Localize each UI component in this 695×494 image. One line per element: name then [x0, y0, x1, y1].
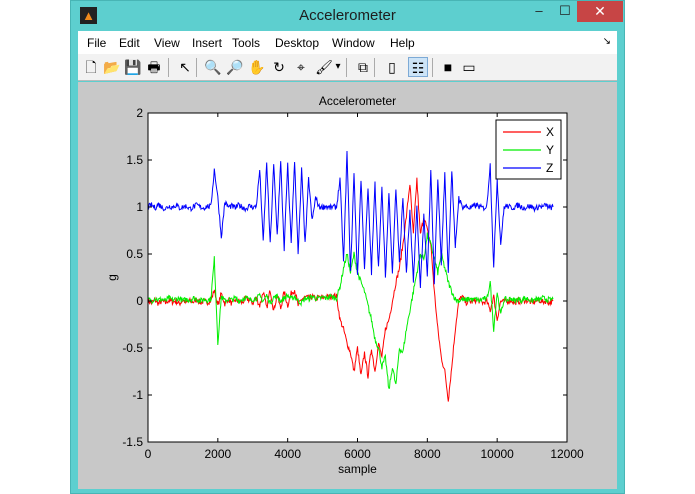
menu-tools[interactable]: Tools [232, 36, 260, 50]
save-icon[interactable]: 💾 [123, 57, 143, 77]
x-tick-label: 4000 [274, 447, 301, 461]
toolbar-separator [374, 58, 375, 77]
accelerometer-plot[interactable]: 0 2000 4000 6000 8000 10000 12000 -1.5 -1 -0.5 0 0.… [78, 82, 617, 489]
new-figure-icon[interactable]: 🗋 [81, 57, 101, 77]
figure-window: ▲ Accelerometer – ☐ ✕ File Edit View Ins… [70, 0, 625, 494]
menu-view[interactable]: View [154, 36, 180, 50]
menu-window[interactable]: Window [332, 36, 375, 50]
x-tick-label: 8000 [414, 447, 441, 461]
rotate-3d-icon[interactable]: ↻ [269, 57, 289, 77]
menu-help[interactable]: Help [390, 36, 415, 50]
chart-title: Accelerometer [319, 94, 396, 108]
colorbar-icon[interactable]: ▯ [382, 57, 402, 77]
menu-desktop[interactable]: Desktop [275, 36, 319, 50]
x-tick-label: 0 [145, 447, 152, 461]
close-button[interactable]: ✕ [577, 1, 623, 22]
y-tick-label: 2 [136, 106, 143, 120]
x-tick-label: 12000 [550, 447, 584, 461]
y-tick-label: -0.5 [122, 341, 143, 355]
y-axis-label: g [105, 274, 119, 281]
menu-file[interactable]: File [87, 36, 106, 50]
minimize-button[interactable]: – [525, 1, 553, 22]
toolbar-separator [168, 58, 169, 77]
toolbar-separator [346, 58, 347, 77]
toolbar-separator [432, 58, 433, 77]
title-bar[interactable]: ▲ Accelerometer – ☐ ✕ [71, 1, 624, 31]
toolbar: 🗋 📂 💾 🖶 ↖ 🔍 🔎 ✋ ↻ ⌖ 🖌 ▾ ⧉ ▯ ☷ ■ ▭ [78, 54, 617, 81]
menu-edit[interactable]: Edit [119, 36, 140, 50]
pointer-icon[interactable]: ↖ [175, 57, 195, 77]
zoom-in-icon[interactable]: 🔍 [203, 57, 223, 77]
maximize-button[interactable]: ☐ [551, 1, 579, 22]
y-tick-label: -1 [132, 388, 143, 402]
link-plot-icon[interactable]: ⧉ [353, 57, 373, 77]
dock-arrow-icon[interactable]: ↘ [603, 36, 611, 47]
y-tick-label: 1.5 [126, 153, 143, 167]
x-tick-label: 6000 [344, 447, 371, 461]
menu-insert[interactable]: Insert [192, 36, 222, 50]
print-icon[interactable]: 🖶 [144, 57, 164, 77]
x-axis-label: sample [338, 462, 377, 476]
data-cursor-icon[interactable]: ⌖ [291, 57, 311, 77]
legend-icon[interactable]: ☷ [408, 57, 428, 77]
legend-label-y: Y [546, 143, 554, 157]
x-tick-label: 10000 [480, 447, 514, 461]
x-tick-label: 2000 [204, 447, 231, 461]
legend: XYZ [495, 119, 562, 180]
hide-plot-tools-icon[interactable]: ■ [438, 57, 458, 77]
figure-area: 0 2000 4000 6000 8000 10000 12000 -1.5 -1 -0.5 0 0.… [78, 82, 617, 489]
legend-label-x: X [546, 125, 554, 139]
menu-bar: File Edit View Insert Tools Desktop Wind… [78, 31, 617, 54]
y-tick-label: 0.5 [126, 247, 143, 261]
brush-icon[interactable]: 🖌 [314, 57, 334, 77]
y-tick-label: 1 [136, 200, 143, 214]
legend-label-z: Z [546, 161, 553, 175]
brush-dropdown-icon[interactable]: ▾ [333, 57, 343, 77]
y-tick-label: -1.5 [122, 435, 143, 449]
y-tick-label: 0 [136, 294, 143, 308]
toolbar-separator [196, 58, 197, 77]
show-plot-tools-icon[interactable]: ▭ [459, 57, 479, 77]
pan-icon[interactable]: ✋ [247, 57, 267, 77]
open-icon[interactable]: 📂 [102, 57, 122, 77]
zoom-out-icon[interactable]: 🔎 [225, 57, 245, 77]
